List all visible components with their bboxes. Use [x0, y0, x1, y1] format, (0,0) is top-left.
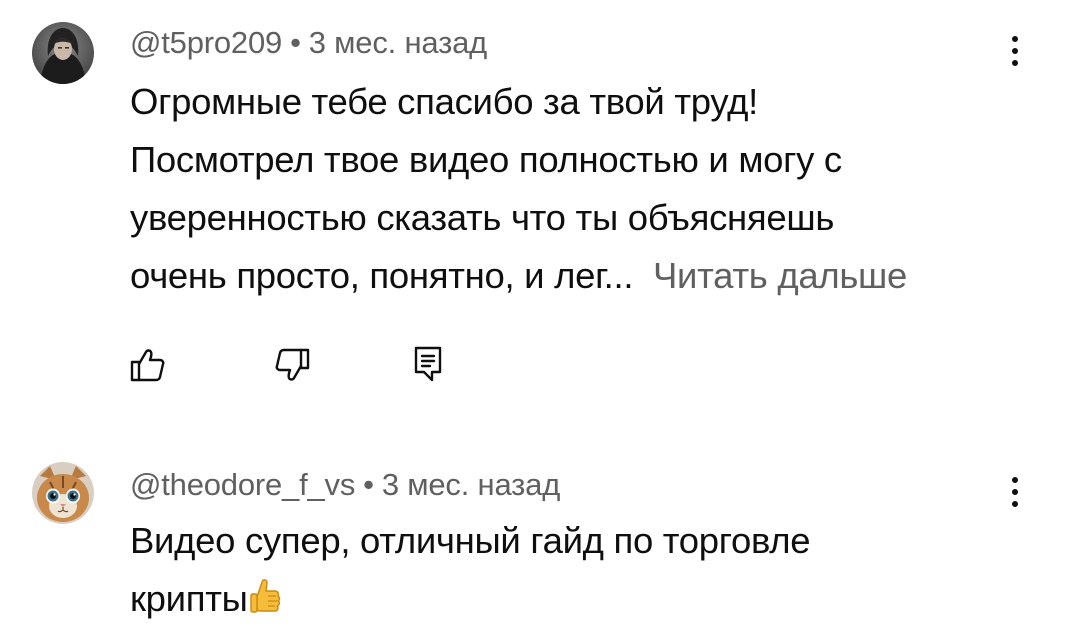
- thumb-down-icon: [275, 348, 310, 381]
- comment-text: Огромные тебе спасибо за твой труд! Посм…: [130, 73, 1030, 305]
- comment-time: 3 мес. назад: [308, 25, 488, 60]
- comment-author[interactable]: @theodore_f_vs: [130, 467, 355, 502]
- comment-item: @t5pro209 • 3 мес. назад Огромные тебе спа…: [0, 0, 1080, 420]
- like-button[interactable]: [122, 340, 172, 390]
- comment-author[interactable]: @t5pro209: [130, 25, 282, 60]
- meta-separator: •: [290, 25, 301, 60]
- comment-line: Посмотрел твое видео полностью и могу с: [130, 139, 842, 180]
- thumb-up-icon: [130, 349, 165, 382]
- read-more-link[interactable]: Читать дальше: [653, 255, 907, 296]
- comment-line: уверенностью сказать что ты объясняешь: [130, 197, 835, 238]
- reply-button[interactable]: [404, 340, 454, 390]
- comment-line-text: крипты: [130, 578, 248, 619]
- avatar[interactable]: [32, 22, 94, 84]
- hooded-person-icon: [32, 22, 94, 84]
- reply-comment-icon: [414, 346, 442, 382]
- comment-line: очень просто, понятно, и лег... Читать д…: [130, 247, 1030, 305]
- comment-line: Видео супер, отличный гайд по торговле: [130, 520, 811, 561]
- comment-time: 3 мес. назад: [381, 467, 561, 502]
- comment-line: Огромные тебе спасибо за твой труд!: [130, 81, 758, 122]
- comment-line-text: очень просто, понятно, и лег...: [130, 255, 634, 296]
- cat-icon: [32, 462, 94, 524]
- comment-line: крипты: [130, 570, 1030, 628]
- thumbs-up-emoji-icon: [248, 576, 282, 618]
- comment-item: @theodore_f_vs • 3 мес. назад Видео супер,…: [0, 440, 1080, 641]
- more-vertical-icon[interactable]: [1000, 468, 1030, 516]
- avatar[interactable]: [32, 462, 94, 524]
- comment-meta: @theodore_f_vs • 3 мес. назад: [130, 467, 560, 503]
- comment-text: Видео супер, отличный гайд по торговле к…: [130, 512, 1030, 628]
- more-vertical-icon[interactable]: [1000, 27, 1030, 75]
- comment-meta: @t5pro209 • 3 мес. назад: [130, 25, 487, 61]
- dislike-button[interactable]: [268, 340, 318, 390]
- meta-separator: •: [363, 467, 374, 502]
